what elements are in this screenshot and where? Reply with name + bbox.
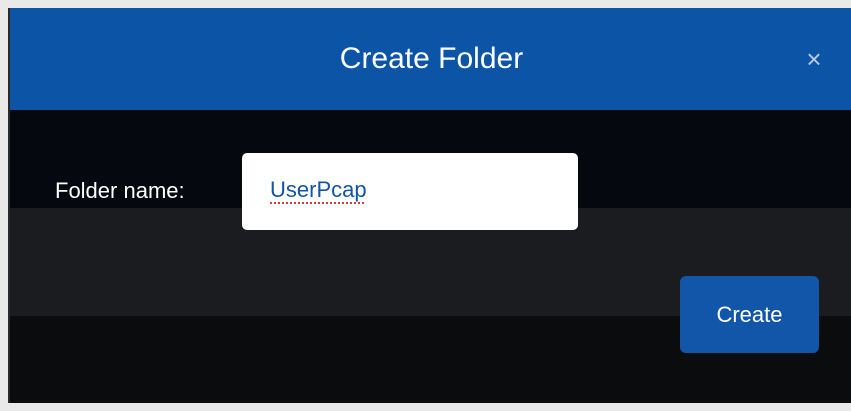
folder-name-value: UserPcap — [270, 177, 367, 202]
dialog-header: Create Folder × — [10, 8, 851, 110]
folder-name-input[interactable]: UserPcap — [242, 153, 578, 230]
dialog-title: Create Folder — [339, 42, 524, 75]
create-button[interactable]: Create — [680, 276, 819, 353]
close-icon[interactable]: × — [799, 44, 829, 74]
screen: Create Folder × Folder name: UserPcap Cr… — [0, 0, 851, 411]
create-folder-dialog: Create Folder × Folder name: UserPcap Cr… — [8, 8, 851, 403]
folder-name-label: Folder name: — [55, 178, 185, 203]
